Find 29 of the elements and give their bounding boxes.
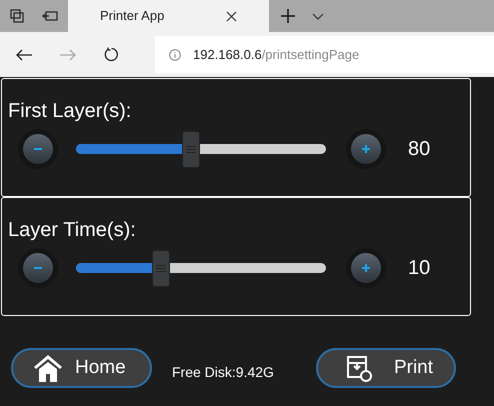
refresh-icon[interactable] xyxy=(104,47,119,62)
back-icon[interactable] xyxy=(16,48,32,60)
new-tab-icon[interactable] xyxy=(281,9,295,23)
increase-button[interactable] xyxy=(346,248,386,288)
house-icon xyxy=(33,354,63,382)
slider[interactable] xyxy=(76,250,326,286)
chevron-down-icon[interactable] xyxy=(312,12,324,20)
decrease-button[interactable] xyxy=(18,129,58,169)
decrease-button[interactable] xyxy=(18,248,58,288)
tabs-icon[interactable] xyxy=(10,9,24,23)
plus-icon xyxy=(361,263,371,273)
address-field[interactable]: 192.168.0.6/printsettingPage xyxy=(155,36,494,73)
slider-thumb[interactable] xyxy=(152,250,170,286)
browser-tab[interactable]: Printer App xyxy=(68,0,269,32)
close-icon[interactable] xyxy=(226,10,237,22)
info-icon xyxy=(169,48,181,60)
setting-value: 80 xyxy=(408,137,430,162)
printer-icon xyxy=(346,354,372,382)
print-button[interactable]: Print xyxy=(316,348,456,388)
increase-button[interactable] xyxy=(346,129,386,169)
setting-label: First Layer(s): xyxy=(8,99,132,123)
slider-thumb[interactable] xyxy=(182,130,200,168)
set-aside-icon[interactable] xyxy=(42,10,58,22)
slider[interactable] xyxy=(76,130,326,168)
setting-label: Layer Time(s): xyxy=(8,218,137,242)
free-disk-text: Free Disk:9.42G xyxy=(172,362,274,382)
plus-icon xyxy=(361,144,371,154)
setting-value: 10 xyxy=(408,256,430,281)
home-button[interactable]: Home xyxy=(11,348,152,388)
